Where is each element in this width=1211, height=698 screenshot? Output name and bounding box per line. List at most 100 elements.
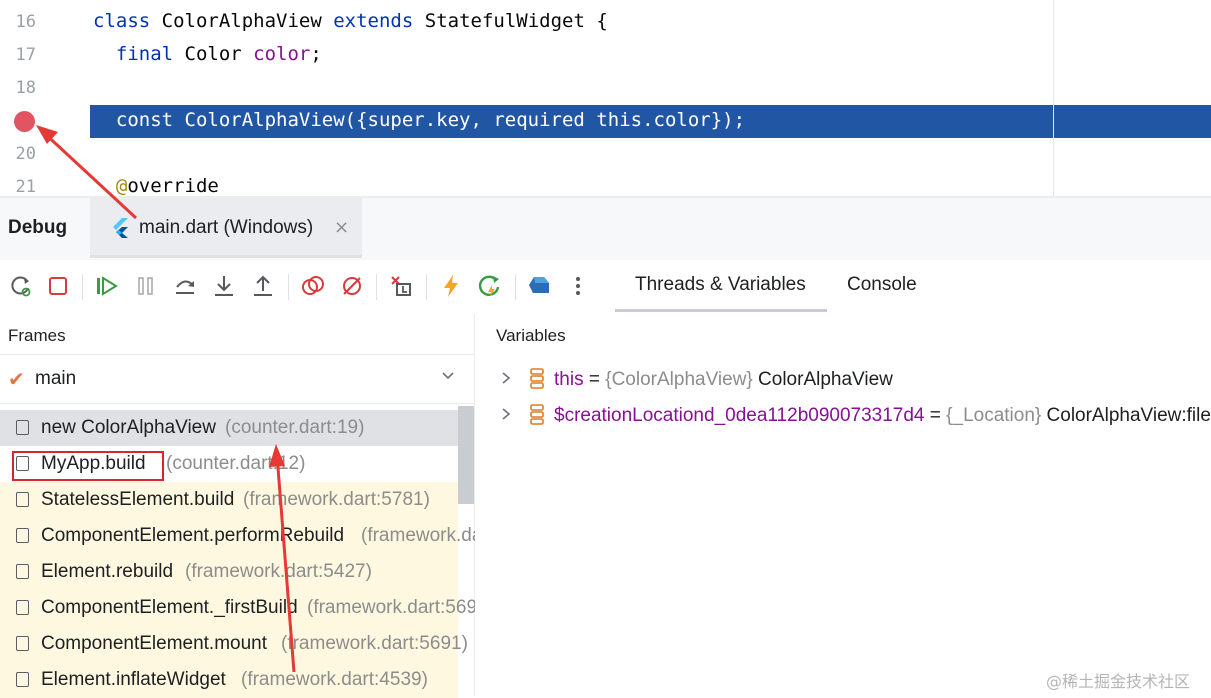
- code-token: extends: [333, 10, 425, 32]
- frame-icon: [16, 600, 29, 615]
- variable-row[interactable]: this = {ColorAlphaView} ColorAlphaView: [475, 362, 1211, 398]
- frames-scrollbar[interactable]: [458, 406, 474, 504]
- variable-name: this: [554, 369, 584, 390]
- variable-text: $creationLocationd_0dea112b090073317d4 =…: [554, 405, 1211, 427]
- debug-toolbar: Threads & Variables Console: [0, 260, 1211, 314]
- frame-row[interactable]: new ColorAlphaView (counter.dart:19): [0, 410, 458, 446]
- breakpoint-icon[interactable]: [14, 111, 35, 132]
- code-line[interactable]: 16 class ColorAlphaView extends StatefulW…: [0, 6, 1211, 39]
- line-number: 20: [15, 144, 36, 164]
- frames-panel: Frames ✔ main new ColorAlphaView (counter…: [0, 314, 548, 698]
- code-text: const ColorAlphaView({super.key, require…: [93, 109, 745, 131]
- code-line[interactable]: const ColorAlphaView({super.key, require…: [0, 105, 1211, 138]
- step-over-icon[interactable]: [172, 273, 198, 299]
- right-margin-guide: [1053, 0, 1054, 198]
- frame-name: Element.inflateWidget: [41, 669, 226, 690]
- code-token: const ColorAlphaView({super.key, require…: [93, 109, 746, 131]
- frame-row[interactable]: Element.inflateWidget (framework.dart:453…: [0, 662, 458, 698]
- frame-location: (framework.dart:5691): [281, 633, 468, 654]
- tab-threads-variables[interactable]: Threads & Variables: [635, 274, 806, 296]
- frame-icon: [16, 636, 29, 651]
- variable-value: ColorAlphaView:file:///: [1046, 405, 1211, 426]
- code-editor[interactable]: 16 class ColorAlphaView extends StatefulW…: [0, 0, 1211, 198]
- code-line[interactable]: 17 final Color color;: [0, 39, 1211, 72]
- line-number: 17: [15, 45, 36, 65]
- active-tab-indicator: [615, 309, 827, 312]
- code-token: final: [115, 43, 185, 65]
- dart-devtools-icon[interactable]: [526, 273, 552, 299]
- stop-icon[interactable]: [45, 273, 71, 299]
- more-icon[interactable]: [565, 273, 591, 299]
- hot-restart-icon[interactable]: [477, 273, 503, 299]
- variable-text: this = {ColorAlphaView} ColorAlphaView: [554, 369, 893, 391]
- frame-row[interactable]: Element.rebuild (framework.dart:5427): [0, 554, 458, 590]
- toolbar-separator: [82, 274, 83, 300]
- toolbar-separator: [288, 274, 289, 300]
- code-token: override: [127, 175, 219, 197]
- variable-equals: =: [924, 405, 947, 426]
- variables-panel: Variables this = {ColorAlphaView} ColorA…: [475, 314, 1211, 696]
- code-line[interactable]: 18: [0, 72, 1211, 105]
- check-icon: ✔: [8, 367, 25, 391]
- variable-type: {_Location}: [946, 405, 1042, 426]
- run-config-tab[interactable]: main.dart (Windows) ×: [90, 198, 362, 258]
- resume-icon[interactable]: [94, 273, 120, 299]
- frame-location: (framework.dart:4539): [241, 669, 428, 690]
- step-out-icon[interactable]: [250, 273, 276, 299]
- frame-name: ComponentElement._firstBuild: [41, 597, 298, 618]
- frames-title: Frames: [8, 326, 66, 345]
- line-number: 21: [15, 177, 36, 197]
- field-icon: [529, 368, 545, 394]
- rerun-icon[interactable]: [8, 273, 34, 299]
- frame-location: (framework.dart:5697): [307, 597, 494, 618]
- frame-row[interactable]: ComponentElement.performRebuild (framewor…: [0, 518, 548, 554]
- variable-type: {ColorAlphaView}: [605, 369, 753, 390]
- code-token: Color: [184, 43, 254, 65]
- code-token: class: [93, 10, 162, 32]
- chevron-right-icon[interactable]: [499, 406, 513, 426]
- chevron-down-icon[interactable]: [440, 367, 456, 387]
- highlight-box: [12, 451, 164, 481]
- code-token: @: [115, 175, 128, 197]
- debug-tool-window-header: Debug main.dart (Windows) ×: [0, 198, 1211, 260]
- hot-reload-icon[interactable]: [438, 273, 464, 299]
- close-icon[interactable]: ×: [334, 217, 349, 238]
- frame-name: Element.rebuild: [41, 561, 174, 582]
- frame-name: StatelessElement.build: [41, 489, 235, 510]
- toolbar-separator: [376, 274, 377, 300]
- frame-name: ComponentElement.mount: [41, 633, 268, 654]
- variables-title: Variables: [496, 326, 566, 345]
- variable-row[interactable]: $creationLocationd_0dea112b090073317d4 =…: [475, 398, 1211, 434]
- tab-console[interactable]: Console: [847, 274, 917, 296]
- frame-name: new ColorAlphaView: [41, 417, 216, 438]
- code-line[interactable]: 21 @override: [0, 171, 1211, 198]
- frame-location: (counter.dart:12): [166, 453, 306, 474]
- thread-selector[interactable]: ✔ main: [0, 354, 474, 404]
- variable-value: ColorAlphaView: [752, 369, 893, 390]
- step-into-icon[interactable]: [211, 273, 237, 299]
- pause-icon[interactable]: [133, 273, 159, 299]
- code-token: ;: [310, 43, 322, 65]
- frame-icon: [16, 564, 29, 579]
- frame-location: (framework.dart:5781): [243, 489, 430, 510]
- view-breakpoints-icon[interactable]: [300, 273, 326, 299]
- mute-breakpoints-icon[interactable]: [339, 273, 365, 299]
- chevron-right-icon[interactable]: [499, 370, 513, 390]
- code-text: class ColorAlphaView extends StatefulWid…: [93, 10, 608, 32]
- line-number: 18: [15, 78, 36, 98]
- code-line[interactable]: 20: [0, 138, 1211, 171]
- code-token: ColorAlphaView: [161, 10, 334, 32]
- frame-row[interactable]: ComponentElement.mount (framework.dart:56…: [0, 626, 468, 662]
- run-tab-label: main.dart (Windows): [139, 217, 314, 238]
- drop-frame-icon[interactable]: [388, 273, 414, 299]
- field-icon: [529, 404, 545, 430]
- line-number: 16: [15, 12, 36, 32]
- flutter-icon: [112, 218, 130, 242]
- thread-name: main: [35, 368, 77, 389]
- toolbar-separator: [515, 274, 516, 300]
- frame-row[interactable]: StatelessElement.build (framework.dart:57…: [0, 482, 458, 518]
- frame-row[interactable]: ComponentElement._firstBuild (framework.d…: [0, 590, 494, 626]
- debug-title: Debug: [8, 217, 68, 238]
